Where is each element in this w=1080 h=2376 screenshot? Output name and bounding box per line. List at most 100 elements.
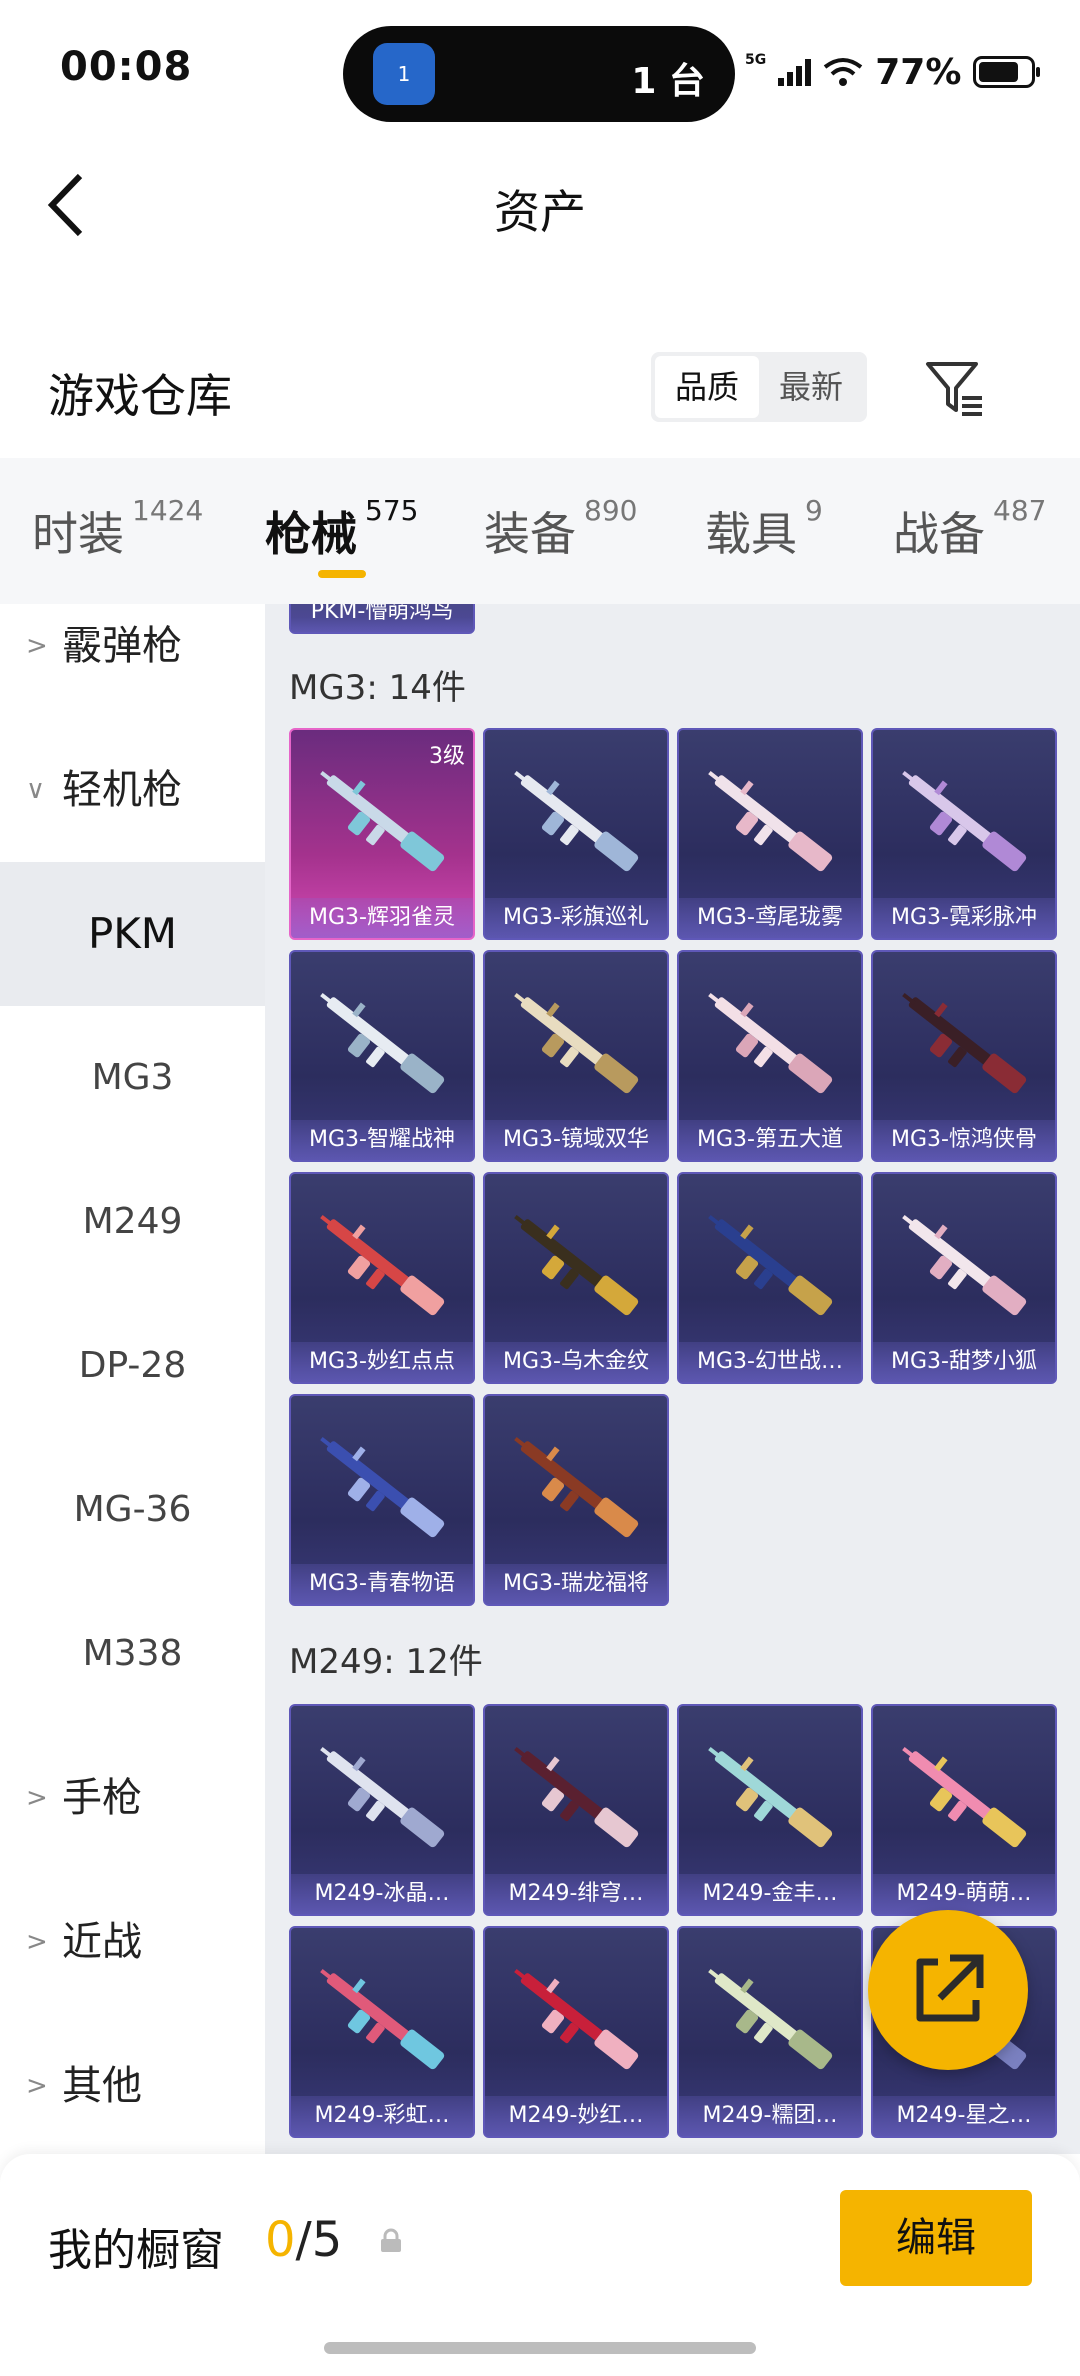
gun-skin-image	[320, 1968, 445, 2070]
weapon-type-sidebar: > 霰弹枪 ∨ 轻机枪 PKM MG3 M249 DP-28 MG-36 M338 …	[0, 604, 265, 2154]
tab-vehicles[interactable]: 载具 9	[705, 494, 823, 564]
skin-name: M249-妙红…	[485, 2096, 667, 2136]
gun-skin-image	[902, 992, 1027, 1094]
chevron-down-icon: ∨	[26, 775, 46, 805]
showcase-bar: 我的橱窗 0/5 编辑	[0, 2154, 1080, 2376]
filter-button[interactable]	[920, 354, 990, 424]
skin-name: MG3-彩旗巡礼	[485, 898, 667, 938]
sidebar-group-melee[interactable]: > 近战	[0, 1870, 265, 2014]
skin-card[interactable]: MG3-第五大道	[677, 950, 863, 1162]
lock-icon	[381, 2228, 401, 2252]
skin-card[interactable]: M249-冰晶…	[289, 1704, 475, 1916]
sidebar-item-dp28[interactable]: DP-28	[0, 1294, 265, 1438]
sort-quality[interactable]: 品质	[655, 356, 759, 418]
level-badge: 3级	[429, 744, 465, 769]
filter-icon	[926, 362, 982, 416]
broadcast-icon: 1	[373, 43, 435, 105]
skin-card[interactable]: MG3-妙红点点	[289, 1172, 475, 1384]
chevron-right-icon: >	[26, 1783, 48, 1813]
skin-card[interactable]: M249-彩虹…	[289, 1926, 475, 2138]
tab-fashion[interactable]: 时装 1424	[32, 494, 203, 564]
skin-name: MG3-惊鸿侠骨	[873, 1120, 1055, 1160]
showcase-count: 0/5	[265, 2212, 343, 2268]
sidebar-group-shotgun[interactable]: > 霰弹枪	[0, 574, 265, 718]
skin-name: PKM-懵萌鸿鸟	[291, 604, 473, 632]
tab-weapons[interactable]: 枪械 575	[265, 494, 418, 564]
gun-skin-image	[514, 1214, 639, 1316]
skin-name: MG3-鸢尾珑雾	[679, 898, 861, 938]
gun-skin-image	[320, 1746, 445, 1848]
skin-card[interactable]: MG3-彩旗巡礼	[483, 728, 669, 940]
battery-icon	[973, 56, 1041, 88]
skin-card[interactable]: MG3-智耀战神	[289, 950, 475, 1162]
skin-card[interactable]: MG3-乌木金纹	[483, 1172, 669, 1384]
skin-card[interactable]: 3级 MG3-辉羽雀灵	[289, 728, 475, 940]
sidebar-group-lmg[interactable]: ∨ 轻机枪	[0, 718, 265, 862]
sidebar-group-other[interactable]: > 其他	[0, 2014, 265, 2158]
gun-skin-image	[320, 1436, 445, 1538]
sidebar-item-m249[interactable]: M249	[0, 1150, 265, 1294]
nav-header: 资产	[0, 140, 1080, 270]
sidebar-item-pkm[interactable]: PKM	[0, 862, 265, 1006]
skin-card[interactable]: MG3-幻世战…	[677, 1172, 863, 1384]
skin-name: MG3-霓彩脉冲	[873, 898, 1055, 938]
sort-newest[interactable]: 最新	[759, 356, 863, 418]
skin-name: M249-金丰…	[679, 1874, 861, 1914]
signal-icon	[778, 58, 812, 86]
share-icon	[916, 1954, 984, 2022]
chevron-right-icon: >	[26, 2071, 48, 2101]
skin-card[interactable]: M249-萌萌…	[871, 1704, 1057, 1916]
share-button[interactable]	[868, 1910, 1028, 2070]
warehouse-title: 游戏仓库	[48, 369, 232, 423]
gun-skin-image	[320, 992, 445, 1094]
chevron-right-icon: >	[26, 631, 48, 661]
skin-card[interactable]: MG3-镜域双华	[483, 950, 669, 1162]
skin-card[interactable]: MG3-瑞龙福将	[483, 1394, 669, 1606]
status-time: 00:08	[60, 44, 193, 90]
sidebar-item-mg36[interactable]: MG-36	[0, 1438, 265, 1582]
status-indicators: 5G 77%	[745, 48, 1041, 96]
dynamic-island[interactable]: 1 1 台	[343, 26, 735, 122]
skin-name: MG3-瑞龙福将	[485, 1564, 667, 1604]
skin-card[interactable]: MG3-霓彩脉冲	[871, 728, 1057, 940]
gun-skin-image	[708, 1214, 833, 1316]
wifi-icon	[824, 58, 863, 86]
skin-card[interactable]: M249-糯团…	[677, 1926, 863, 2138]
sidebar-item-mg3[interactable]: MG3	[0, 1006, 265, 1150]
active-tab-indicator	[318, 570, 366, 578]
skin-name: MG3-镜域双华	[485, 1120, 667, 1160]
skin-card[interactable]: M249-金丰…	[677, 1704, 863, 1916]
tab-equipment[interactable]: 装备 890	[484, 494, 637, 564]
gun-skin-image	[902, 770, 1027, 872]
skin-name: M249-绯穹…	[485, 1874, 667, 1914]
skin-card[interactable]: MG3-甜梦小狐	[871, 1172, 1057, 1384]
gun-skin-image	[514, 1436, 639, 1538]
skin-card[interactable]: MG3-鸢尾珑雾	[677, 728, 863, 940]
status-bar: 00:08 1 1 台 5G 77%	[0, 0, 1080, 140]
skin-card[interactable]: MG3-惊鸿侠骨	[871, 950, 1057, 1162]
skin-name: M249-糯团…	[679, 2096, 861, 2136]
edit-button[interactable]: 编辑	[840, 2190, 1032, 2286]
skin-name: MG3-辉羽雀灵	[291, 898, 473, 938]
tab-supplies[interactable]: 战备 487	[893, 494, 1046, 564]
gun-skin-image	[514, 1968, 639, 2070]
skin-card[interactable]: M249-绯穹…	[483, 1704, 669, 1916]
skin-card[interactable]: M249-妙红…	[483, 1926, 669, 2138]
gun-skin-image	[902, 1746, 1027, 1848]
warehouse-header: 游戏仓库 品质 最新	[0, 330, 1080, 450]
skin-name: MG3-智耀战神	[291, 1120, 473, 1160]
island-text: 1 台	[631, 61, 705, 102]
skin-card-partial[interactable]: PKM-懵萌鸿鸟	[289, 604, 475, 634]
skin-name: MG3-乌木金纹	[485, 1342, 667, 1382]
skin-card[interactable]: MG3-青春物语	[289, 1394, 475, 1606]
gun-skin-image	[514, 992, 639, 1094]
sidebar-group-pistol[interactable]: > 手枪	[0, 1726, 265, 1870]
showcase-label: 我的橱窗	[48, 2225, 224, 2276]
home-indicator	[324, 2342, 756, 2354]
gun-skin-image	[320, 1214, 445, 1316]
section-title-m249: M249: 12件	[289, 1642, 483, 1682]
skin-name: M249-星之…	[873, 2096, 1055, 2136]
skin-name: M249-萌萌…	[873, 1874, 1055, 1914]
sidebar-item-m338[interactable]: M338	[0, 1582, 265, 1726]
gun-skin-image	[902, 1214, 1027, 1316]
